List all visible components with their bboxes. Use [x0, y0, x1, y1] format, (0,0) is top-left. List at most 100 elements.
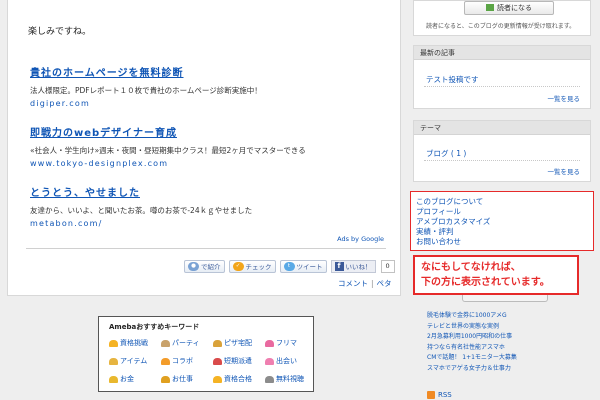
- like-count: 0: [380, 259, 395, 273]
- keyword-icon: [265, 357, 274, 365]
- keyword-icon: [161, 357, 170, 365]
- keyword-link[interactable]: パーティ: [161, 338, 213, 348]
- keyword-label: 資格合格: [224, 375, 252, 383]
- keywords-grid: 資格挑戦 パーティ ピザ宅配 フリマアイテム コラボ 短期派遣 出会いお金 お仕事 資格合格 無料…: [109, 338, 304, 384]
- keyword-icon: [161, 375, 170, 383]
- comment-row: コメント | ペタ: [338, 278, 392, 289]
- menu-item-contact[interactable]: お問い合わせ: [416, 237, 588, 247]
- comment-link[interactable]: コメント: [338, 279, 368, 288]
- news-link[interactable]: テレビと世界の実態な実例: [427, 322, 517, 333]
- news-link[interactable]: 2月急募利用1000円昭和の仕事: [427, 332, 517, 343]
- menu-item-profile[interactable]: プロフィール: [416, 207, 588, 217]
- callout-line: 下の方に表示されています。: [421, 277, 550, 288]
- annotation-callout: なにもしてなければ、 下の方に表示されています。: [413, 255, 579, 295]
- article-text: 楽しみですね。: [28, 27, 92, 37]
- ad-description: 法人様限定。PDFレポート１０枚で貴社のホームページ診断実施中！: [30, 86, 262, 95]
- ad-description: «社会人・学生向け»週末・夜間・昼短期集中クラス！最短2ヶ月でマスターできる: [30, 146, 306, 155]
- check-button[interactable]: ✓ チェック: [228, 259, 276, 273]
- ad-title-link[interactable]: とうとう、やせました: [30, 184, 252, 199]
- keyword-link[interactable]: ピザ宅配: [213, 338, 265, 348]
- reader-note: 読者になると、このブログの更新情報が受け取れます。: [426, 23, 576, 30]
- theme-box: テーマ ブログ ( 1 ) 一覧を見る: [413, 120, 591, 182]
- rss-link[interactable]: RSS: [427, 391, 452, 399]
- divider: [424, 160, 580, 161]
- ad-unit: とうとう、やせました 友達から、いいよ、と聞いたお茶。噂のお茶で-24ｋｇやせま…: [30, 184, 252, 228]
- ad-unit: 貴社のホームページを無料診断 法人様限定。PDFレポート１０枚で貴社のホームペー…: [30, 64, 262, 108]
- reader-box: 読者になる 読者になると、このブログの更新情報が受け取れます。: [413, 0, 591, 36]
- keyword-label: 資格挑戦: [120, 339, 148, 347]
- tweet-label: ツイート: [296, 263, 323, 271]
- share-buttons: ● で紹介 ✓ チェック t ツイート f いいね！ 0: [184, 258, 395, 274]
- keyword-label: お金: [120, 375, 134, 383]
- theme-more-link[interactable]: 一覧を見る: [548, 166, 581, 176]
- keyword-label: パーティ: [172, 339, 200, 347]
- theme-title: テーマ: [414, 121, 590, 135]
- keyword-link[interactable]: コラボ: [161, 356, 213, 366]
- peta-link[interactable]: ペタ: [377, 279, 392, 288]
- recent-articles-title: 最新の記事: [414, 46, 590, 60]
- menu-item-results[interactable]: 実績・評判: [416, 227, 588, 237]
- ad-title-link[interactable]: 即戦力のwebデザイナー育成: [30, 124, 306, 139]
- blog-menu: このブログについて プロフィール アメブロカスタマイズ 実績・評判 お問い合わせ: [410, 191, 594, 251]
- keyword-icon: [213, 375, 222, 383]
- rss-icon: [427, 391, 435, 399]
- hidden-button-edge: [462, 295, 548, 302]
- keyword-icon: [109, 375, 118, 383]
- news-link[interactable]: CMで話題！ 1+1モニター大募集: [427, 353, 517, 364]
- keywords-title: Amebaおすすめキーワード: [109, 323, 200, 331]
- ameba-icon: ●: [188, 261, 199, 271]
- ad-url-link[interactable]: metabon.com/: [30, 219, 252, 228]
- recent-more-link[interactable]: 一覧を見る: [548, 93, 581, 103]
- keyword-label: フリマ: [276, 339, 297, 347]
- menu-item-about[interactable]: このブログについて: [416, 197, 588, 207]
- recent-article-link[interactable]: テスト投稿です: [426, 74, 479, 85]
- keyword-link[interactable]: 出会い: [265, 356, 317, 366]
- news-link[interactable]: スマホでアゲる女子力＆仕事力: [427, 364, 517, 375]
- keyword-link[interactable]: 短期派遣: [213, 356, 265, 366]
- keyword-link[interactable]: 無料視聴: [265, 374, 317, 384]
- keyword-label: お仕事: [172, 375, 193, 383]
- check-icon: ✓: [232, 261, 244, 271]
- theme-item-link[interactable]: ブログ ( 1 ): [426, 148, 466, 159]
- twitter-icon: t: [283, 261, 295, 271]
- keyword-link[interactable]: フリマ: [265, 338, 317, 348]
- keyword-label: 出会い: [276, 357, 297, 365]
- ad-url-link[interactable]: digiper.com: [30, 99, 262, 108]
- facebook-icon: f: [334, 261, 344, 271]
- keyword-link[interactable]: 資格合格: [213, 374, 265, 384]
- keyword-link[interactable]: お金: [109, 374, 161, 384]
- keyword-icon: [265, 375, 274, 383]
- keyword-icon: [265, 339, 274, 347]
- keyword-label: 短期派遣: [224, 357, 252, 365]
- article-card: 楽しみですね。 貴社のホームページを無料診断 法人様限定。PDFレポート１０枚で…: [7, 0, 401, 296]
- ad-unit: 即戦力のwebデザイナー育成 «社会人・学生向け»週末・夜間・昼短期集中クラス！…: [30, 124, 306, 168]
- ad-description: 友達から、いいよ、と聞いたお茶。噂のお茶で-24ｋｇやせました: [30, 206, 253, 215]
- recent-articles-box: 最新の記事 テスト投稿です 一覧を見る: [413, 45, 591, 109]
- news-link[interactable]: 持つなら有名社性能アスマホ: [427, 343, 517, 354]
- become-reader-button[interactable]: 読者になる: [464, 1, 554, 15]
- introduce-button[interactable]: ● で紹介: [184, 259, 225, 273]
- ad-url-link[interactable]: www.tokyo-designplex.com: [30, 159, 306, 168]
- keyword-label: 無料視聴: [276, 375, 304, 383]
- facebook-like-button[interactable]: f いいね！: [330, 259, 376, 273]
- keyword-link[interactable]: 資格挑戦: [109, 338, 161, 348]
- recommended-keywords: Amebaおすすめキーワード 資格挑戦 パーティ ピザ宅配 フリマアイテム コラボ 短期派…: [98, 316, 314, 392]
- keyword-link[interactable]: アイテム: [109, 356, 161, 366]
- divider: [26, 248, 386, 249]
- ads-by-google-link[interactable]: Ads by Google: [337, 235, 384, 243]
- news-list: 脱毛体験で金券に1000アメG テレビと世界の実態な実例 2月急募利用1000円…: [427, 311, 517, 375]
- separator: |: [371, 279, 374, 288]
- keyword-icon: [213, 357, 222, 365]
- divider: [424, 86, 580, 87]
- ad-title-link[interactable]: 貴社のホームページを無料診断: [30, 64, 262, 79]
- keyword-label: コラボ: [172, 357, 193, 365]
- menu-item-customize[interactable]: アメブロカスタマイズ: [416, 217, 588, 227]
- keyword-label: アイテム: [120, 357, 148, 365]
- become-reader-label: 読者になる: [497, 4, 532, 12]
- callout-line: なにもしてなければ、: [421, 262, 521, 273]
- keyword-link[interactable]: お仕事: [161, 374, 213, 384]
- news-link[interactable]: 脱毛体験で金券に1000アメG: [427, 311, 517, 322]
- keyword-icon: [109, 339, 118, 347]
- rss-label: RSS: [438, 391, 452, 399]
- tweet-button[interactable]: t ツイート: [279, 259, 327, 273]
